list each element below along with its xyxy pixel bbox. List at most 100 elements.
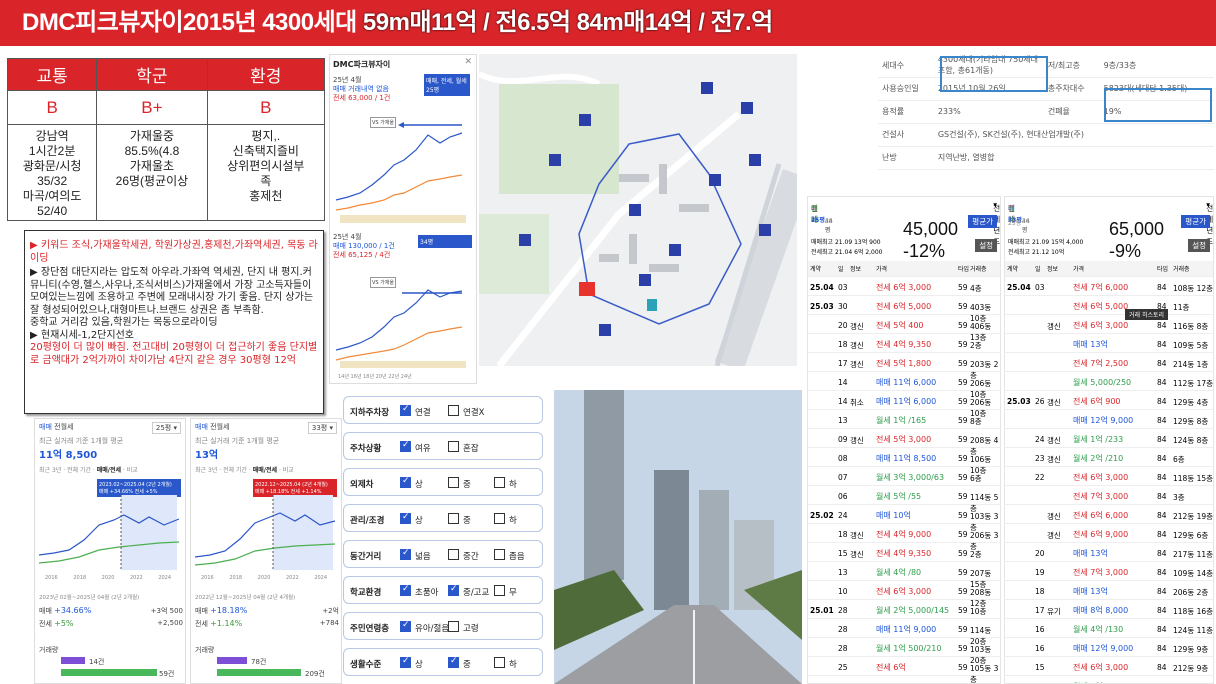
table-row[interactable]: 22 전세 6억 3,000 84 118동 15층 bbox=[1005, 470, 1213, 486]
table-row[interactable]: 18 갱신 전세 4억 9,000 59 206동 3층 bbox=[808, 527, 1000, 551]
s1-tabs[interactable]: 매매 전월세 bbox=[39, 422, 73, 432]
tx2-size-4[interactable]: 44평 bbox=[1022, 218, 1030, 234]
notes-pros-cons: ▶ 장단점 대단지라는 압도적 아우라.가좌역 역세권, 단지 내 평지.커뮤니… bbox=[30, 267, 314, 316]
s2-tabs2[interactable]: 최근 3년 · 전체 기간 · 매매/전세 · 비교 bbox=[195, 465, 294, 474]
table-row[interactable]: 28 매매 11억 9,000 59 114동 20층 bbox=[808, 622, 1000, 646]
table-row[interactable]: 28 월세 1억 500/210 59 103동 20층 bbox=[808, 641, 1000, 665]
form-checkbox[interactable] bbox=[448, 513, 459, 524]
map-view[interactable] bbox=[479, 54, 797, 366]
table-row[interactable]: 25.02 24 매매 10억 59 103동 3층 bbox=[808, 508, 1000, 532]
table-row[interactable]: 18 갱신 전세 4억 9,350 59 2층 bbox=[808, 337, 1000, 353]
form-checkbox[interactable] bbox=[400, 476, 411, 488]
s1-tab2-3[interactable]: 비교 bbox=[127, 467, 138, 474]
form-checkbox[interactable] bbox=[400, 656, 411, 668]
s1-tab-rent[interactable]: 전월세 bbox=[54, 423, 73, 431]
form-checkbox[interactable] bbox=[448, 584, 459, 596]
form-checkbox[interactable] bbox=[448, 549, 459, 560]
table-row[interactable]: 25 전세 6억 59 105동 3층 bbox=[808, 660, 1000, 683]
tx1-size-4[interactable]: 44평 bbox=[825, 218, 833, 234]
tx1-size-tabs[interactable]: 25평 33평 34평 36평 44평 bbox=[811, 215, 833, 234]
table-row[interactable]: 월세 5,000/250 84 112동 17층 bbox=[1005, 375, 1213, 391]
form-checkbox[interactable] bbox=[494, 477, 505, 488]
table-row[interactable]: 20 매매 13억 84 217동 11층 bbox=[1005, 546, 1213, 562]
s2-tab-rent[interactable]: 전월세 bbox=[210, 423, 229, 431]
tx2-size-0[interactable]: 25평 bbox=[1008, 218, 1021, 227]
s1-tab-sale[interactable]: 매매 bbox=[39, 423, 52, 431]
table-row[interactable]: 24 갱신 월세 1억 /233 84 124동 8층 bbox=[1005, 432, 1213, 448]
form-checkbox[interactable] bbox=[448, 441, 459, 452]
table-row[interactable]: 25.04 03 전세 6억 3,000 59 4층 bbox=[808, 280, 1000, 296]
table-row[interactable]: 매매 13억 84 109동 5층 bbox=[1005, 337, 1213, 353]
tx1-size-0[interactable]: 25평 bbox=[811, 217, 825, 224]
form-checkbox[interactable] bbox=[494, 585, 505, 596]
s1-size-select[interactable]: 25평 ▾ bbox=[151, 422, 181, 434]
table-row[interactable]: 매매 12억 9,000 84 129동 8층 bbox=[1005, 413, 1213, 429]
table-row[interactable]: 17 유기 매매 8억 8,000 84 118동 16층 bbox=[1005, 603, 1213, 619]
s2-size-select[interactable]: 33평 ▾ bbox=[307, 422, 337, 434]
table-row[interactable]: 20 갱신 전세 5억 400 59 406동 13층 bbox=[808, 318, 1000, 342]
s1-tab2-1[interactable]: 전체 기간 bbox=[67, 467, 91, 474]
table-row[interactable]: 15 전세 6억 3,000 84 212동 9층 bbox=[1005, 660, 1213, 676]
table-row[interactable]: 25.04 03 전세 7억 6,000 84 108동 12층 bbox=[1005, 280, 1213, 296]
form-checkbox[interactable] bbox=[400, 620, 411, 632]
tx1-settings-button[interactable]: 설정 bbox=[975, 239, 997, 252]
form-checkbox[interactable] bbox=[400, 440, 411, 452]
form-checkbox[interactable] bbox=[448, 405, 459, 416]
tx2-settings-button[interactable]: 설정 bbox=[1188, 239, 1210, 252]
table-row[interactable]: 14 취소 매매 11억 6,000 59 206동 10층 bbox=[808, 394, 1000, 418]
form-checkbox[interactable] bbox=[448, 656, 459, 668]
table-row[interactable]: 17 갱신 전세 5억 1,800 59 203동 2층 bbox=[808, 356, 1000, 380]
close-icon[interactable]: ✕ bbox=[464, 57, 472, 67]
tx2-avg-button[interactable]: 평균가 bbox=[1181, 215, 1210, 228]
table-row[interactable]: 23 갱신 월세 2억 /210 84 6층 bbox=[1005, 451, 1213, 467]
form-checkbox[interactable] bbox=[400, 548, 411, 560]
tx-cell: 16 bbox=[1035, 625, 1045, 634]
table-row[interactable]: 25.03 30 전세 6억 5,000 59 403동 10층 bbox=[808, 299, 1000, 323]
table-row[interactable]: 25.01 28 월세 2억 5,000/145 59 10층 bbox=[808, 603, 1000, 619]
c2-legend[interactable]: 34평 bbox=[418, 235, 472, 248]
form-checkbox[interactable] bbox=[494, 549, 505, 560]
form-checkbox[interactable] bbox=[448, 621, 459, 632]
s2-tabs[interactable]: 매매 전월세 bbox=[195, 422, 229, 432]
table-row[interactable]: 07 월세 3억 3,000/63 59 6층 bbox=[808, 470, 1000, 486]
table-row[interactable]: 19 전세 7억 3,000 84 109동 14층 bbox=[1005, 565, 1213, 581]
s2-tab2-3[interactable]: 비교 bbox=[283, 467, 294, 474]
s1-tab2-2[interactable]: 매매/전세 bbox=[97, 467, 121, 474]
form-checkbox[interactable] bbox=[494, 657, 505, 668]
tx2-size-tabs[interactable]: 25평 33평 34평 36평 44평 bbox=[1008, 215, 1030, 234]
tx1-filter[interactable]: 전체년도 ▾ bbox=[993, 200, 1000, 246]
table-row[interactable]: 16 매매 12억 9,000 84 129동 9층 bbox=[1005, 641, 1213, 657]
table-row[interactable]: 전세 6억 5,000 84 11층 bbox=[1005, 299, 1213, 315]
table-row[interactable]: 전세 7억 2,500 84 214동 1층 bbox=[1005, 356, 1213, 372]
table-row[interactable]: 전세 7억 3,000 84 3층 bbox=[1005, 489, 1213, 505]
table-row[interactable]: 14 매매 11억 6,000 59 206동 10층 bbox=[808, 375, 1000, 399]
s2-tab2-1[interactable]: 전체 기간 bbox=[223, 467, 247, 474]
table-row[interactable]: 13 월세 4억 /80 59 207동 15층 bbox=[808, 565, 1000, 589]
table-row[interactable]: 갱신 전세 6억 6,000 84 212동 19층 bbox=[1005, 508, 1213, 524]
table-row[interactable]: 13 월세 1억 /165 59 8층 bbox=[808, 413, 1000, 429]
table-row[interactable]: 15 갱신 전세 4억 9,350 59 2층 bbox=[808, 546, 1000, 562]
s2-tab-sale[interactable]: 매매 bbox=[195, 423, 208, 431]
c1-legend[interactable]: 매매, 전세, 월세 25평 bbox=[424, 74, 470, 96]
s2-tab2-0[interactable]: 최근 3년 bbox=[195, 467, 217, 474]
form-checkbox[interactable] bbox=[400, 404, 411, 416]
tx1-avg-button[interactable]: 평균가 bbox=[968, 215, 997, 228]
table-row[interactable]: 18 매매 13억 84 206동 2층 bbox=[1005, 584, 1213, 600]
table-row[interactable]: 06 월세 5억 /55 59 114동 5층 bbox=[808, 489, 1000, 513]
table-row[interactable]: 16 월세 4억 /130 84 124동 11층 bbox=[1005, 622, 1213, 638]
form-checkbox[interactable] bbox=[448, 477, 459, 488]
table-row[interactable]: 10 전세 6억 3,000 59 208동 12층 bbox=[808, 584, 1000, 608]
s1-tabs2[interactable]: 최근 3년 · 전체 기간 · 매매/전세 · 비교 bbox=[39, 465, 138, 474]
form-checkbox[interactable] bbox=[400, 512, 411, 524]
table-row[interactable]: 25.03 26 갱신 전세 6억 900 84 129동 4층 bbox=[1005, 394, 1213, 410]
tx2-filter[interactable]: 전체년도 ▾ bbox=[1206, 200, 1213, 246]
s2-tab2-2[interactable]: 매매/전세 bbox=[253, 467, 277, 474]
table-row[interactable]: 11월세 2억 /22084215동 13층 bbox=[1005, 679, 1213, 683]
form-checkbox[interactable] bbox=[400, 584, 411, 596]
table-row[interactable]: 갱신 전세 6억 3,000 84 116동 8층 bbox=[1005, 318, 1213, 334]
table-row[interactable]: 갱신 전세 6억 9,000 84 129동 6층 bbox=[1005, 527, 1213, 543]
s1-tab2-0[interactable]: 최근 3년 bbox=[39, 467, 61, 474]
table-row[interactable]: 08 매매 11억 8,500 59 106동 10층 bbox=[808, 451, 1000, 475]
form-checkbox[interactable] bbox=[494, 513, 505, 524]
table-row[interactable]: 09 갱신 전세 5억 3,000 59 208동 4층 bbox=[808, 432, 1000, 456]
